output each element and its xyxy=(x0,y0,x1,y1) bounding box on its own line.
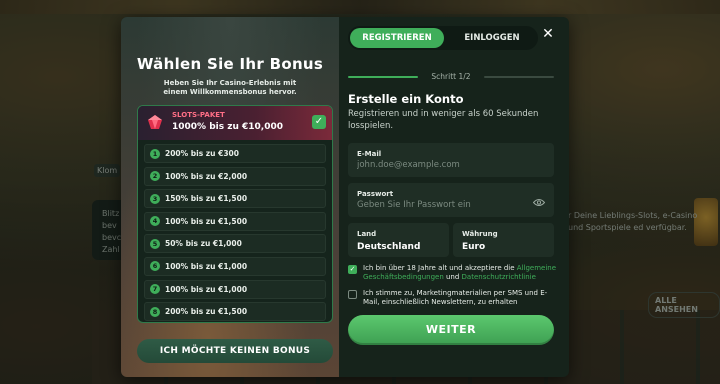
offer-number-badge: 6 xyxy=(150,261,160,272)
step-indicator: Schritt 1/2 xyxy=(348,72,554,82)
step-text: Schritt 1/2 xyxy=(431,72,471,81)
bonus-offers: 1 200% bis zu €300 2 100% bis zu €2,000 … xyxy=(138,140,332,322)
offer-text: 50% bis zu €1,000 xyxy=(165,239,242,249)
offer-text: 100% bis zu €1,000 xyxy=(165,261,248,271)
terms-text-start: Ich bin über 18 Jahre alt und akzeptiere… xyxy=(363,264,517,272)
offer-text: 100% bis zu €2,000 xyxy=(165,171,248,181)
bonus-offer-8[interactable]: 8 200% bis zu €1,500 xyxy=(144,302,326,322)
gem-icon xyxy=(148,115,162,129)
tab-login[interactable]: EINLOGGEN xyxy=(448,28,536,48)
bonus-offer-6[interactable]: 6 100% bis zu €1,000 xyxy=(144,256,326,276)
terms-text-and: und xyxy=(443,273,462,281)
terms-text: Ich bin über 18 Jahre alt und akzeptiere… xyxy=(363,264,558,282)
country-select[interactable]: Land Deutschland xyxy=(348,223,449,257)
offer-number-badge: 2 xyxy=(150,171,160,182)
privacy-link[interactable]: Datenschutzrichtlinie xyxy=(462,273,536,281)
tab-register[interactable]: REGISTRIEREN xyxy=(350,28,444,48)
email-label: E-Mail xyxy=(357,150,382,158)
password-label: Passwort xyxy=(357,190,394,198)
offer-number-badge: 3 xyxy=(150,193,160,204)
offer-number-badge: 7 xyxy=(150,284,160,295)
eye-icon[interactable] xyxy=(533,198,545,207)
step-progress-inactive xyxy=(484,76,554,78)
bonus-list: SLOTS-PAKET 1000% bis zu €10,000 ✓ 1 200… xyxy=(137,105,333,323)
offer-text: 150% bis zu €1,500 xyxy=(165,194,248,204)
currency-label: Währung xyxy=(462,230,498,238)
offer-text: 200% bis zu €1,500 xyxy=(165,307,248,317)
offer-number-badge: 5 xyxy=(150,238,160,249)
step-progress-active xyxy=(348,76,418,78)
form-title: Erstelle ein Konto xyxy=(348,92,464,106)
registration-form: REGISTRIEREN EINLOGGEN ✕ Schritt 1/2 Ers… xyxy=(339,17,569,377)
bonus-offer-1[interactable]: 1 200% bis zu €300 xyxy=(144,144,326,163)
close-icon[interactable]: ✕ xyxy=(541,27,555,41)
bonus-panel: Wählen Sie Ihr Bonus Heben Sie Ihr Casin… xyxy=(121,17,339,377)
bonus-offer-5[interactable]: 5 50% bis zu €1,000 xyxy=(144,234,326,254)
marketing-consent: Ich stimme zu, Marketingmaterialien per … xyxy=(348,289,558,307)
marketing-checkbox[interactable] xyxy=(348,290,357,299)
terms-consent: ✓ Ich bin über 18 Jahre alt und akzeptie… xyxy=(348,264,558,282)
marketing-text: Ich stimme zu, Marketingmaterialien per … xyxy=(363,289,548,306)
email-input[interactable] xyxy=(357,160,527,170)
package-selected-check-icon: ✓ xyxy=(312,115,326,129)
offer-number-badge: 1 xyxy=(150,148,160,159)
offer-text: 100% bis zu €1,500 xyxy=(165,216,248,226)
offer-number-badge: 8 xyxy=(150,306,160,317)
bonus-offer-3[interactable]: 3 150% bis zu €1,500 xyxy=(144,189,326,209)
bonus-offer-7[interactable]: 7 100% bis zu €1,000 xyxy=(144,279,326,299)
terms-checkbox[interactable]: ✓ xyxy=(348,265,357,274)
package-value: 1000% bis zu €10,000 xyxy=(172,122,283,132)
offer-number-badge: 4 xyxy=(150,216,160,227)
no-bonus-button[interactable]: ICH MÖCHTE KEINEN BONUS xyxy=(137,339,333,363)
offer-text: 100% bis zu €1,000 xyxy=(165,284,248,294)
currency-select[interactable]: Währung Euro xyxy=(453,223,554,257)
country-value: Deutschland xyxy=(357,242,421,252)
auth-tabs: REGISTRIEREN EINLOGGEN xyxy=(348,26,538,50)
bonus-subtitle: Heben Sie Ihr Casino-Erlebnis mit einem … xyxy=(163,79,297,96)
offer-text: 200% bis zu €300 xyxy=(165,149,239,158)
bonus-offer-4[interactable]: 4 100% bis zu €1,500 xyxy=(144,211,326,231)
bonus-title: Wählen Sie Ihr Bonus xyxy=(136,55,324,73)
form-subtitle: Registrieren und in weniger als 60 Sekun… xyxy=(348,109,539,131)
continue-button[interactable]: WEITER xyxy=(348,315,554,345)
package-label: SLOTS-PAKET xyxy=(172,111,225,119)
registration-modal: Wählen Sie Ihr Bonus Heben Sie Ihr Casin… xyxy=(121,17,569,377)
password-field[interactable]: Passwort xyxy=(348,183,554,217)
email-field[interactable]: E-Mail xyxy=(348,143,554,177)
bonus-offer-2[interactable]: 2 100% bis zu €2,000 xyxy=(144,166,326,186)
slots-package-option[interactable]: SLOTS-PAKET 1000% bis zu €10,000 ✓ xyxy=(138,106,332,140)
currency-value: Euro xyxy=(462,242,486,252)
country-label: Land xyxy=(357,230,377,238)
password-input[interactable] xyxy=(357,200,527,210)
